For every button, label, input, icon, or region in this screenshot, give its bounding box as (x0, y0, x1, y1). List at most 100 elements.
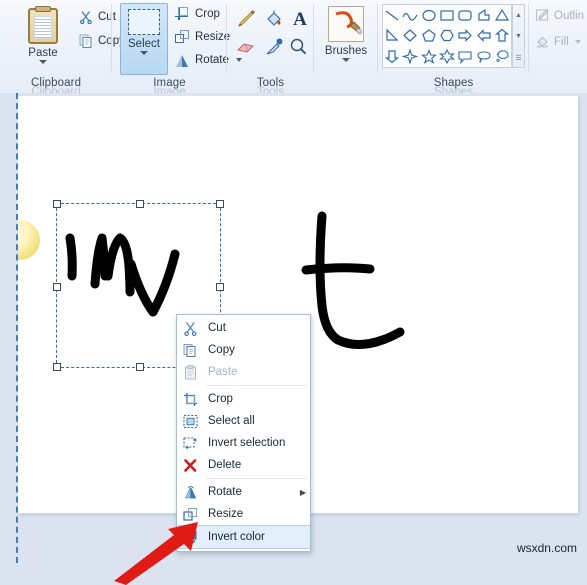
shape-gallery-scrollbar[interactable]: ▲ ▼ ☰ (512, 4, 525, 68)
fill-button[interactable]: Fill (535, 34, 581, 49)
selection-handle-middle-right[interactable] (216, 282, 224, 291)
menu-label-rotate: Rotate (208, 486, 242, 498)
shape-curve[interactable] (401, 5, 419, 26)
ribbon-group-outline-fill: Outlin Fill (529, 0, 587, 93)
group-label-tools: Tools (256, 77, 285, 89)
menu-item-delete[interactable]: Delete (177, 454, 310, 476)
fill-icon (537, 36, 548, 48)
rotate-icon (175, 53, 190, 68)
shape-hexagon[interactable] (438, 26, 456, 47)
scroll-more-icon[interactable]: ☰ (513, 47, 524, 68)
copy-icon (79, 34, 92, 48)
delete-x-icon (177, 454, 204, 476)
resize-icon (175, 29, 190, 45)
ribbon-group-brushes: Brushes (314, 0, 378, 93)
shape-rounded-rectangle[interactable] (456, 5, 474, 26)
shape-five-point-star[interactable] (420, 46, 438, 67)
rotate-label: Rotate (195, 54, 229, 66)
shape-line[interactable] (383, 5, 401, 26)
menu-label-resize: Resize (208, 508, 244, 520)
scroll-down-icon[interactable]: ▼ (513, 26, 524, 47)
shape-four-point-star[interactable] (401, 46, 419, 67)
clipboard-icon (28, 6, 58, 44)
select-all-icon (177, 410, 204, 432)
selection-handle-middle-left[interactable] (53, 282, 61, 291)
menu-label-select-all: Select all (208, 415, 255, 427)
selection-handle-bottom-center[interactable] (135, 363, 144, 371)
shape-rounded-callout[interactable] (474, 46, 492, 67)
shape-oval[interactable] (420, 5, 438, 26)
shape-diamond[interactable] (401, 26, 419, 47)
shape-polygon[interactable] (474, 5, 492, 26)
chevron-down-icon[interactable] (39, 60, 47, 64)
canvas-left-boundary-dashed (16, 93, 18, 563)
paste-icon (177, 361, 204, 383)
chevron-down-icon[interactable] (574, 39, 581, 44)
select-label: Select (128, 38, 160, 50)
ribbon-group-clipboard: Paste Cut Copy Clipboard (0, 0, 125, 93)
color-picker-icon[interactable] (263, 36, 289, 62)
crop-icon (177, 388, 204, 410)
menu-label-delete: Delete (208, 459, 242, 471)
scroll-up-icon[interactable]: ▲ (513, 5, 524, 26)
selection-handle-top-center[interactable] (135, 200, 144, 208)
yellow-circle-shape (18, 220, 40, 260)
shape-six-point-star[interactable] (438, 46, 456, 67)
shape-right-arrow[interactable] (456, 26, 474, 47)
brushes-button[interactable]: Brushes (323, 3, 369, 75)
selection-handle-top-right[interactable] (216, 200, 224, 208)
copy-icon (177, 339, 204, 361)
shape-rectangle[interactable] (438, 5, 456, 26)
shape-down-arrow[interactable] (383, 46, 401, 67)
ribbon-group-image: Select Crop Resize Rotate Image (112, 0, 242, 93)
paste-button[interactable]: Paste (12, 4, 74, 74)
outline-button[interactable]: Outlin (535, 8, 584, 23)
menu-label-crop: Crop (208, 393, 233, 405)
ribbon: Paste Cut Copy Clipboard Sel (0, 0, 587, 94)
menu-label-invert-selection: Invert selection (208, 437, 286, 449)
crop-label: Crop (195, 8, 220, 20)
ribbon-group-shapes: ▲ ▼ ☰ Shapes (378, 0, 529, 93)
shape-right-triangle[interactable] (383, 26, 401, 47)
selection-handle-top-left[interactable] (53, 200, 61, 208)
outline-icon (535, 9, 549, 21)
fill-label: Fill (554, 35, 569, 48)
menu-item-select-all[interactable]: Select all (177, 410, 310, 432)
group-label-shapes: Shapes (433, 77, 474, 89)
menu-separator (206, 385, 306, 386)
menu-item-rotate[interactable]: Rotate ▶ (177, 481, 310, 503)
shape-rectangular-callout[interactable] (456, 46, 474, 67)
menu-item-invert-selection[interactable]: Invert selection (177, 432, 310, 454)
menu-label-copy: Copy (208, 344, 235, 356)
scissors-icon (80, 11, 92, 24)
crop-button[interactable]: Crop (172, 3, 223, 25)
pencil-icon[interactable] (235, 8, 261, 34)
menu-item-copy[interactable]: Copy (177, 339, 310, 361)
shape-gallery[interactable] (382, 4, 512, 68)
resize-label: Resize (195, 31, 231, 43)
menu-item-cut[interactable]: Cut (177, 317, 310, 339)
menu-label-paste: Paste (208, 366, 238, 378)
shape-triangle[interactable] (493, 5, 511, 26)
menu-item-resize[interactable]: Resize (177, 503, 310, 525)
context-menu[interactable]: Cut Copy Paste Crop Select all Invert se… (176, 314, 311, 552)
shape-left-arrow[interactable] (474, 26, 492, 47)
shape-cloud-callout[interactable] (493, 46, 511, 67)
text-tool-icon[interactable]: A (287, 8, 313, 34)
shape-pentagon[interactable] (420, 26, 438, 47)
menu-item-crop[interactable]: Crop (177, 388, 310, 410)
eraser-icon[interactable] (235, 36, 261, 62)
invert-selection-icon (177, 432, 204, 454)
scissors-icon (177, 317, 204, 339)
chevron-down-icon[interactable] (140, 51, 148, 55)
resize-button[interactable]: Resize (172, 26, 233, 48)
select-button[interactable]: Select (120, 3, 168, 75)
menu-separator (206, 478, 306, 479)
selection-handle-bottom-left[interactable] (53, 363, 61, 371)
brushes-label: Brushes (324, 45, 368, 57)
magnifier-icon[interactable] (287, 36, 313, 62)
chevron-down-icon[interactable] (342, 58, 350, 62)
shape-up-arrow[interactable] (493, 26, 511, 47)
menu-item-invert-color[interactable]: Invert color (177, 525, 310, 549)
fill-bucket-icon[interactable] (263, 8, 289, 34)
